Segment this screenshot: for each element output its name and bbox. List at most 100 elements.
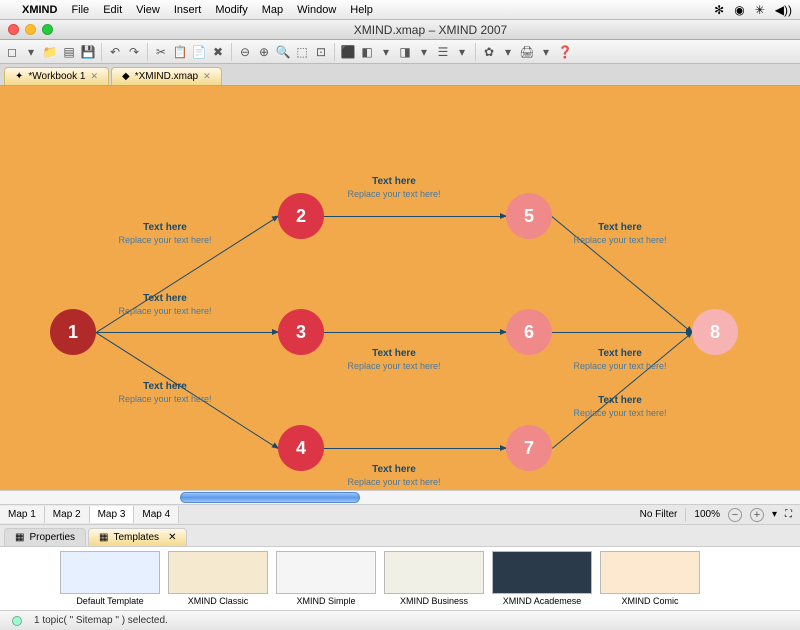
template-card[interactable]: XMIND Classic bbox=[168, 551, 268, 606]
toolbar-button[interactable]: ✂ bbox=[153, 44, 169, 60]
edge-label[interactable]: Text hereReplace your text here! bbox=[550, 348, 690, 372]
template-card[interactable]: XMIND Comic bbox=[600, 551, 700, 606]
edge-label-title[interactable]: Text here bbox=[95, 222, 235, 234]
map-tab[interactable]: Map 4 bbox=[134, 506, 179, 523]
menubar-status-icon[interactable]: ✻ bbox=[714, 3, 724, 17]
menu-edit[interactable]: Edit bbox=[103, 4, 122, 16]
edge-label[interactable]: Text hereReplace your text here! bbox=[550, 395, 690, 419]
document-tab[interactable]: ◆*XMIND.xmap✕ bbox=[111, 67, 222, 85]
toolbar-button[interactable]: ▾ bbox=[454, 44, 470, 60]
menubar-status-icon[interactable]: ✳ bbox=[755, 3, 765, 17]
edge-label-title[interactable]: Text here bbox=[324, 348, 464, 360]
panel-tab-templates[interactable]: ▦Templates✕ bbox=[88, 528, 187, 546]
edge bbox=[552, 332, 692, 333]
template-preview bbox=[60, 551, 160, 594]
window-title: XMIND.xmap – XMIND 2007 bbox=[61, 23, 800, 37]
node-7[interactable]: 7 bbox=[506, 425, 552, 471]
edge-label-title[interactable]: Text here bbox=[95, 381, 235, 393]
zoom-in-button[interactable]: + bbox=[750, 508, 764, 522]
toolbar-button[interactable]: ▾ bbox=[538, 44, 554, 60]
edge-label[interactable]: Text hereReplace your text here! bbox=[324, 348, 464, 372]
edge-label[interactable]: Text hereReplace your text here! bbox=[324, 464, 464, 488]
node-4[interactable]: 4 bbox=[278, 425, 324, 471]
edge-label-title[interactable]: Text here bbox=[324, 176, 464, 188]
close-icon[interactable] bbox=[8, 24, 19, 35]
toolbar-button[interactable]: ⊕ bbox=[256, 44, 272, 60]
map-tab[interactable]: Map 3 bbox=[90, 506, 135, 523]
toolbar-button[interactable]: ☰ bbox=[435, 44, 451, 60]
menubar-status-icon[interactable]: ◉ bbox=[734, 3, 744, 17]
edge-label-sub: Replace your text here! bbox=[95, 305, 235, 317]
menu-xmind[interactable]: XMIND bbox=[22, 4, 57, 16]
tab-close-icon[interactable]: ✕ bbox=[203, 71, 211, 82]
toolbar-button[interactable]: 📁 bbox=[42, 44, 58, 60]
edge-label[interactable]: Text hereReplace your text here! bbox=[550, 222, 690, 246]
map-tab[interactable]: Map 2 bbox=[45, 506, 90, 523]
minimize-icon[interactable] bbox=[25, 24, 36, 35]
toolbar-button[interactable]: ▾ bbox=[378, 44, 394, 60]
node-1[interactable]: 1 bbox=[50, 309, 96, 355]
menu-help[interactable]: Help bbox=[350, 4, 373, 16]
toolbar-button[interactable]: ⬛ bbox=[340, 44, 356, 60]
edge-label-title[interactable]: Text here bbox=[95, 293, 235, 305]
zoom-out-button[interactable]: − bbox=[728, 508, 742, 522]
edge-label-title[interactable]: Text here bbox=[550, 395, 690, 407]
toolbar-button[interactable]: ↶ bbox=[107, 44, 123, 60]
toolbar-button[interactable]: 🔍 bbox=[275, 44, 291, 60]
toolbar-button[interactable]: ▾ bbox=[416, 44, 432, 60]
node-6[interactable]: 6 bbox=[506, 309, 552, 355]
menu-file[interactable]: File bbox=[71, 4, 89, 16]
fullscreen-icon[interactable]: ⛶ bbox=[785, 509, 792, 520]
zoom-label: 100% bbox=[694, 509, 720, 520]
node-2[interactable]: 2 bbox=[278, 193, 324, 239]
template-card[interactable]: XMIND Academese bbox=[492, 551, 592, 606]
edge-label-title[interactable]: Text here bbox=[550, 222, 690, 234]
toolbar-button[interactable]: ✿ bbox=[481, 44, 497, 60]
toolbar-button[interactable]: ◻ bbox=[4, 44, 20, 60]
node-8[interactable]: 8 bbox=[692, 309, 738, 355]
edge-label[interactable]: Text hereReplace your text here! bbox=[95, 222, 235, 246]
scrollbar[interactable] bbox=[0, 490, 800, 504]
toolbar-button[interactable]: ❓ bbox=[557, 44, 573, 60]
template-card[interactable]: XMIND Simple bbox=[276, 551, 376, 606]
edge-label[interactable]: Text hereReplace your text here! bbox=[95, 293, 235, 317]
menubar-status-icon[interactable]: ◀)) bbox=[775, 3, 792, 17]
template-card[interactable]: XMIND Business bbox=[384, 551, 484, 606]
panel-tab-properties[interactable]: ▦Properties bbox=[4, 528, 86, 546]
menu-map[interactable]: Map bbox=[262, 4, 283, 16]
menu-modify[interactable]: Modify bbox=[215, 4, 247, 16]
toolbar-button[interactable]: ▾ bbox=[500, 44, 516, 60]
toolbar-button[interactable]: ✖ bbox=[210, 44, 226, 60]
filter-label[interactable]: No Filter bbox=[640, 509, 678, 520]
tab-close-icon[interactable]: ✕ bbox=[90, 71, 98, 82]
menu-insert[interactable]: Insert bbox=[174, 4, 202, 16]
maximize-icon[interactable] bbox=[42, 24, 53, 35]
toolbar-button[interactable]: ⊖ bbox=[237, 44, 253, 60]
document-tab[interactable]: ✦*Workbook 1✕ bbox=[4, 67, 109, 85]
toolbar-button[interactable]: 💾 bbox=[80, 44, 96, 60]
toolbar-button[interactable]: 🖨 bbox=[519, 44, 535, 60]
node-3[interactable]: 3 bbox=[278, 309, 324, 355]
toolbar-button[interactable]: 📋 bbox=[172, 44, 188, 60]
document-tabs: ✦*Workbook 1✕◆*XMIND.xmap✕ bbox=[0, 64, 800, 86]
node-5[interactable]: 5 bbox=[506, 193, 552, 239]
template-card[interactable]: Default Template bbox=[60, 551, 160, 606]
scrollbar-thumb[interactable] bbox=[180, 492, 360, 503]
canvas[interactable]: 12345678Text hereReplace your text here!… bbox=[0, 86, 800, 490]
map-tab[interactable]: Map 1 bbox=[0, 506, 45, 523]
toolbar-button[interactable]: ▾ bbox=[23, 44, 39, 60]
menu-view[interactable]: View bbox=[136, 4, 160, 16]
edge-label[interactable]: Text hereReplace your text here! bbox=[95, 381, 235, 405]
toolbar-button[interactable]: ↷ bbox=[126, 44, 142, 60]
menu-window[interactable]: Window bbox=[297, 4, 336, 16]
edge-label-title[interactable]: Text here bbox=[324, 464, 464, 476]
toolbar-button[interactable]: ◨ bbox=[397, 44, 413, 60]
toolbar-button[interactable]: ◧ bbox=[359, 44, 375, 60]
edge-label-title[interactable]: Text here bbox=[550, 348, 690, 360]
toolbar-button[interactable]: ⬚ bbox=[294, 44, 310, 60]
toolbar-button[interactable]: ⊡ bbox=[313, 44, 329, 60]
edge-label[interactable]: Text hereReplace your text here! bbox=[324, 176, 464, 200]
zoom-dropdown-icon[interactable]: ▾ bbox=[772, 509, 777, 520]
toolbar-button[interactable]: ▤ bbox=[61, 44, 77, 60]
toolbar-button[interactable]: 📄 bbox=[191, 44, 207, 60]
